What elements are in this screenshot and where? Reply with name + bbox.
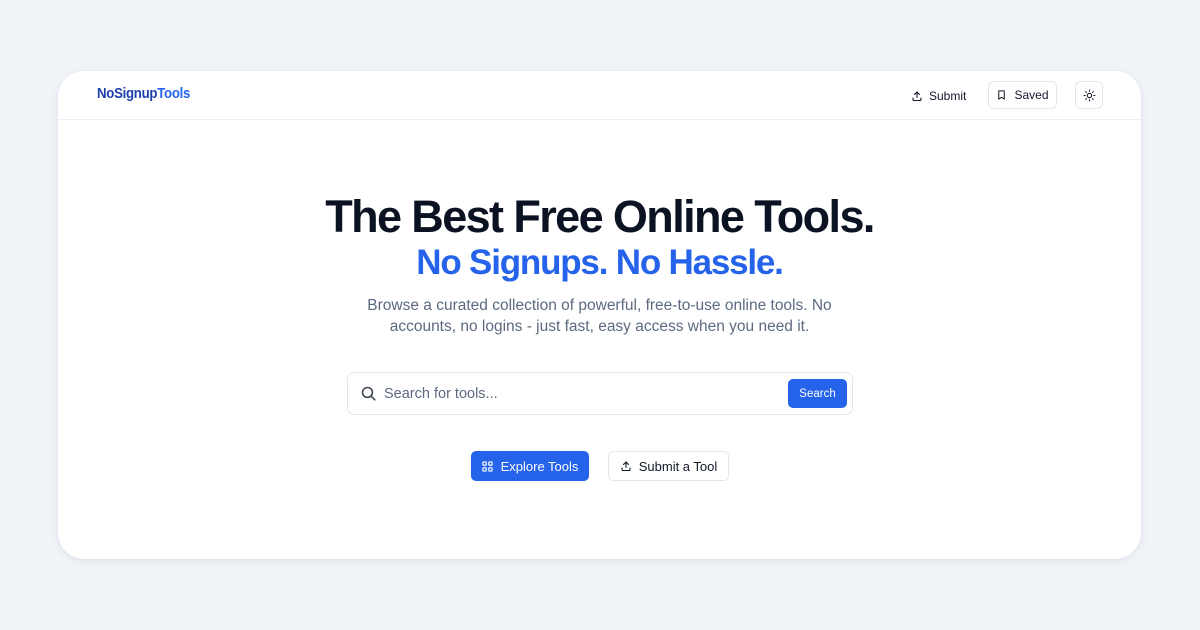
search-button[interactable]: Search xyxy=(788,379,847,408)
explore-tools-button[interactable]: Explore Tools xyxy=(471,451,589,481)
search-bar: Search xyxy=(347,372,853,415)
hero-subtitle: No Signups. No Hassle. xyxy=(416,243,784,282)
nav-saved-button[interactable]: Saved xyxy=(988,81,1057,109)
hero-title: The Best Free Online Tools. xyxy=(325,191,875,242)
hero-description-line-2: accounts, no logins - just fast, easy ac… xyxy=(389,318,810,335)
hero-description-line-1: Browse a curated collection of powerful,… xyxy=(367,297,832,314)
nav-submit-label: Submit xyxy=(929,89,967,103)
main-card: NoSignupTools Submit Saved The Best Free… xyxy=(58,71,1141,559)
upload-icon xyxy=(620,460,632,472)
explore-tools-label: Explore Tools xyxy=(500,458,579,474)
search-input[interactable] xyxy=(384,379,784,409)
submit-tool-label: Submit a Tool xyxy=(638,458,718,474)
logo-part-nosignup: NoSignup xyxy=(97,85,158,102)
site-logo[interactable]: NoSignupTools xyxy=(97,85,190,102)
hero-description: Browse a curated collection of powerful,… xyxy=(58,295,1141,337)
top-navbar: NoSignupTools Submit Saved xyxy=(58,71,1141,120)
sun-icon xyxy=(1083,89,1096,102)
nav-saved-label: Saved xyxy=(1014,88,1049,102)
search-icon xyxy=(360,385,377,402)
upload-icon xyxy=(911,90,923,102)
logo-part-tools: Tools xyxy=(157,85,191,102)
theme-toggle-button[interactable] xyxy=(1075,81,1103,109)
submit-tool-button[interactable]: Submit a Tool xyxy=(608,451,729,481)
nav-submit-button[interactable]: Submit xyxy=(911,84,966,108)
grid-icon xyxy=(481,460,493,472)
bookmark-icon xyxy=(996,89,1007,101)
